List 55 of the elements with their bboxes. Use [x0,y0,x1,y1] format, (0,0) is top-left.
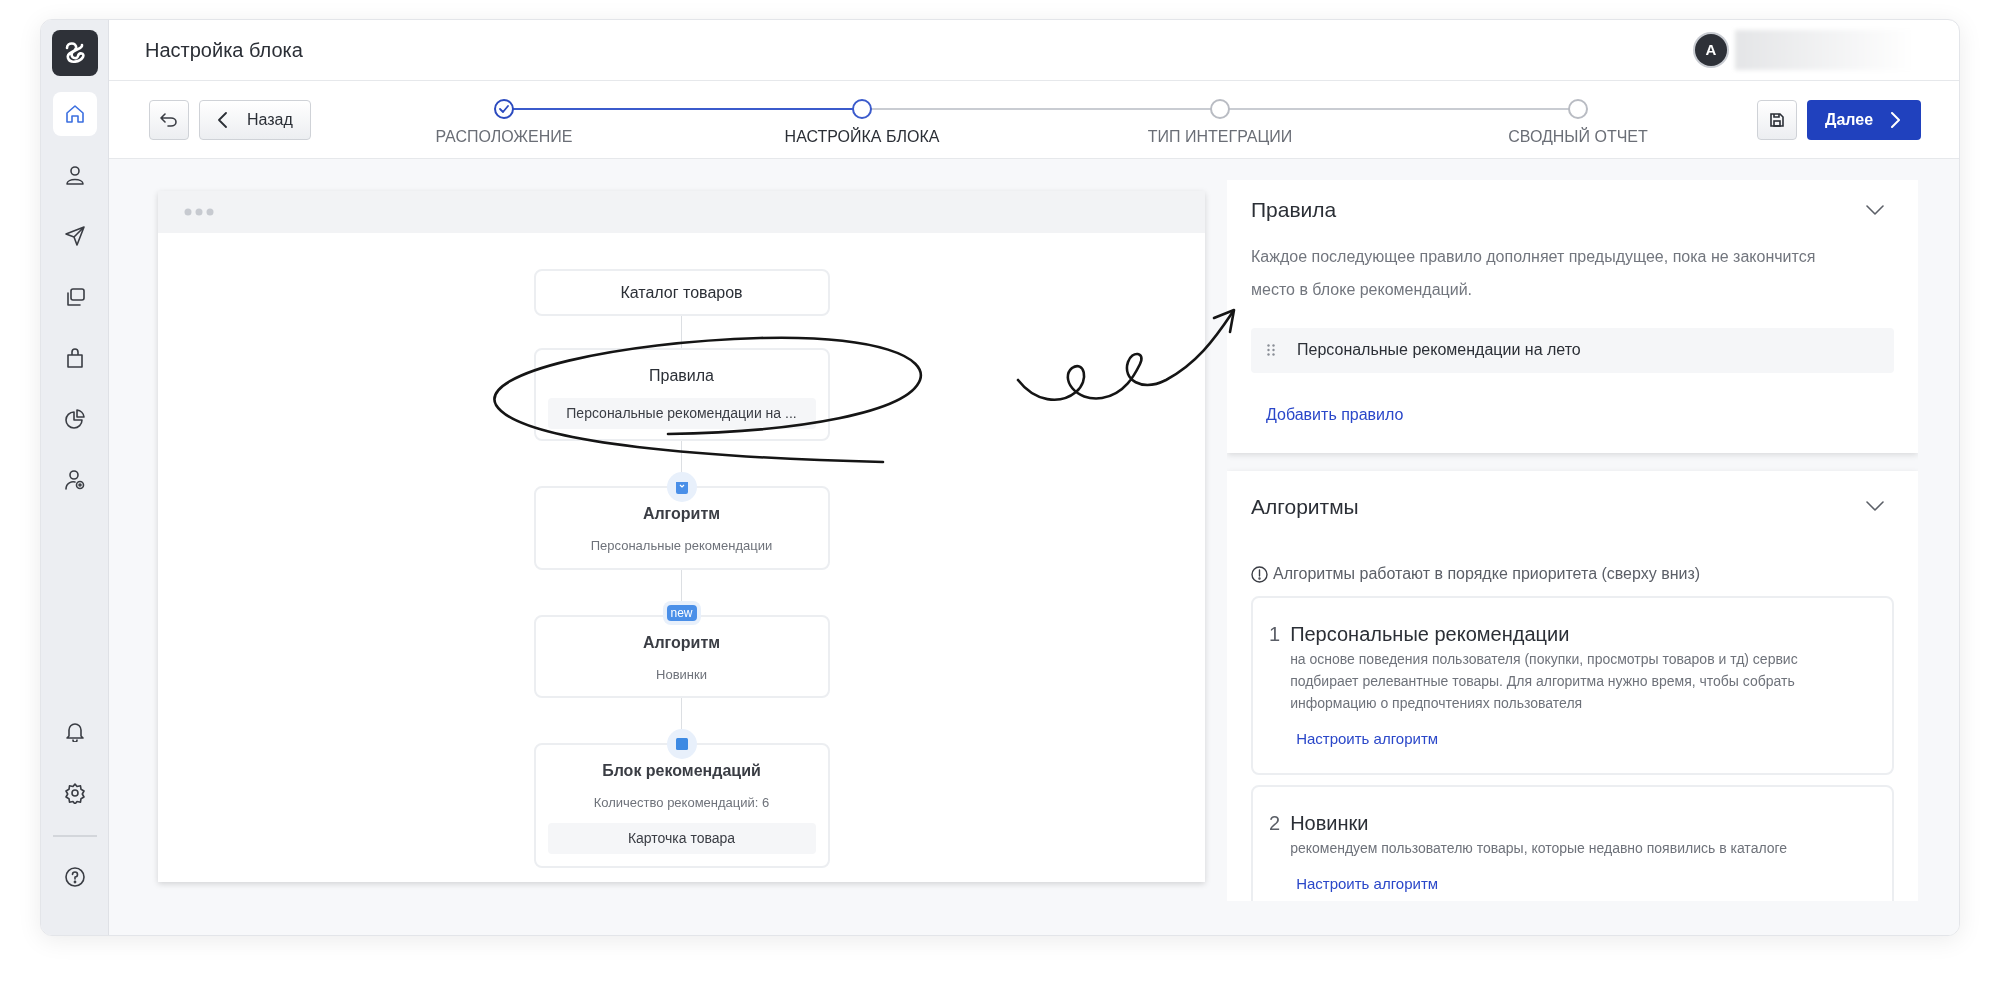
drag-handle-icon[interactable] [1267,344,1275,356]
step-label: ТИП ИНТЕГРАЦИИ [1147,127,1293,147]
page-title: Настройка блока [145,38,303,63]
window-dots-icon [184,208,214,216]
panel-description: Каждое последующее правило дополняет предыдущее, пока не закончится место в блоке рекомендаций. [1251,246,1817,300]
bell-icon [63,720,86,742]
undo-icon [160,112,178,127]
node-title: Каталог товаров [620,282,743,303]
send-icon [63,225,86,247]
panel-title: Алгоритмы [1251,493,1359,520]
step-label: РАСПОЛОЖЕНИЕ [435,127,573,147]
undo-button[interactable] [149,99,189,140]
save-button[interactable] [1757,99,1797,140]
node-title: Алгоритм [642,632,721,653]
app-logo[interactable] [51,30,98,76]
node-subtitle: Персональные рекомендации [590,537,773,555]
rule-item[interactable]: Персональные рекомендации на лето [1251,327,1894,373]
step-label: СВОДНЫЙ ОТЧЕТ [1508,126,1648,147]
configure-algorithm-link[interactable]: Настроить алгоритм [1296,872,1439,895]
node-title: Правила [649,366,714,386]
configure-algorithm-link[interactable]: Настроить алгоритм [1296,728,1439,751]
node-chip: Карточка товара [547,822,816,854]
chevron-down-icon[interactable] [1866,501,1884,512]
check-icon [499,105,509,113]
home-icon [63,103,86,125]
algorithm-description: рекомендуем пользователю товары, которые недавно появились в каталоге [1290,838,1788,858]
algorithm-title: Персональные рекомендации [1290,622,1571,646]
user-settings-icon [63,469,86,491]
node-title: Блок рекомендаций [602,761,761,781]
pie-chart-icon [63,408,86,430]
bag-icon [674,480,689,494]
user-icon [63,164,86,186]
node-subtitle: Новинки [656,665,707,684]
help-icon [63,866,86,888]
square-icon [675,738,688,750]
node-subtitle: Количество рекомендаций: 6 [593,794,770,812]
info-icon [1251,565,1268,583]
user-avatar[interactable]: A [1695,34,1727,66]
step-label: НАСТРОЙКА БЛОКА [784,126,940,147]
next-button[interactable]: Далее [1807,99,1921,140]
back-button[interactable]: Назад [199,99,311,140]
chevron-down-icon[interactable] [1866,204,1884,215]
node-chip: Персональные рекомендации на ... [547,398,816,429]
algorithm-title: Новинки [1290,810,1370,835]
chevron-left-icon [218,111,227,128]
save-icon [1769,111,1785,128]
panel-title: Правила [1251,197,1337,223]
priority-note: Алгоритмы работают в порядке приоритета (сверху вниз) [1273,564,1701,584]
add-rule-link[interactable]: Добавить правило [1266,402,1404,427]
priority-number: 1 [1269,622,1281,647]
chevron-right-icon [1891,111,1901,128]
algorithm-description: на основе поведения пользователя (покупки, просмотры товаров и тд) сервис подбирает релевантные товары. Для алгоритма нужно время, чтобы собрать информацию о предпочтениях пользователя [1290,650,1799,713]
settings-icon [63,782,86,804]
priority-number: 2 [1269,810,1281,836]
node-title: Алгоритм [642,504,721,524]
